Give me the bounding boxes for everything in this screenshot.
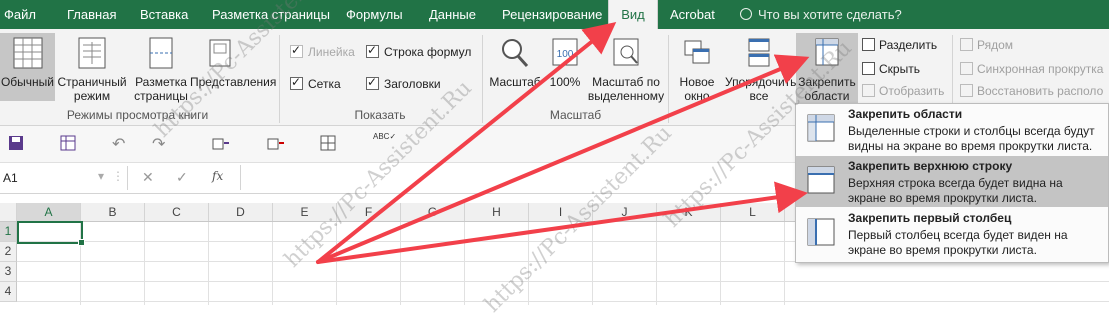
arrow-to-freeze-button [316, 54, 810, 264]
annotation-arrows [316, 21, 810, 264]
